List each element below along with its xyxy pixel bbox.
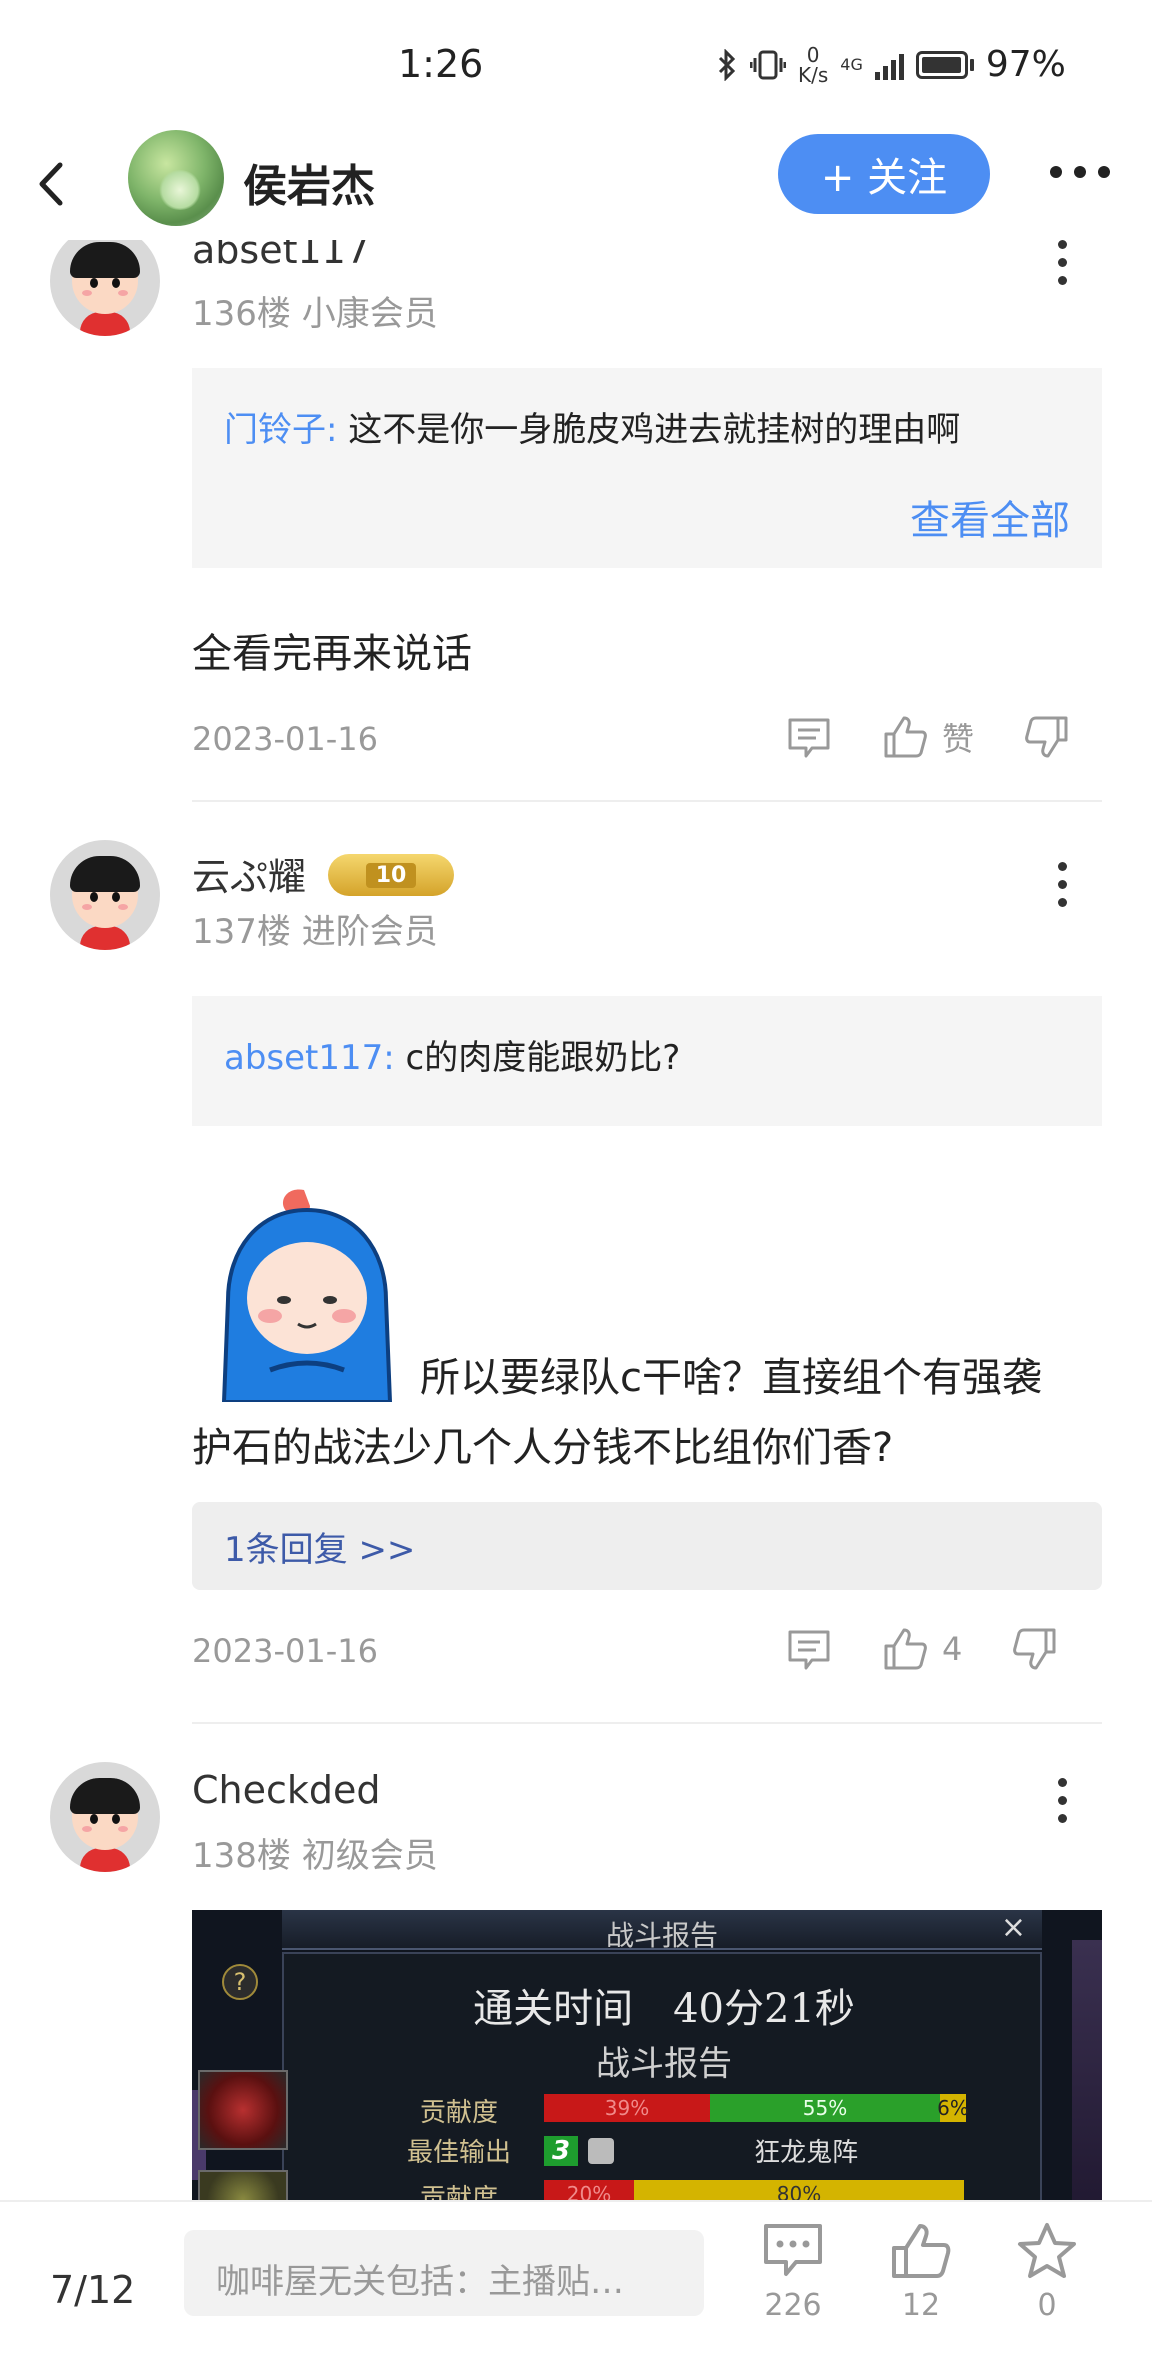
battle-report-panel: 通关时间 40分21秒 战斗报告 贡献度 39% 55% 6% 最佳输出 3 狂… xyxy=(282,1952,1042,2200)
star-icon xyxy=(1018,2223,1076,2278)
class-emblem-icon xyxy=(198,2070,288,2150)
thumbs-up-icon xyxy=(884,1628,927,1670)
avatar[interactable] xyxy=(50,1762,160,1872)
avatar[interactable] xyxy=(50,240,160,336)
character-icon xyxy=(588,2137,615,2164)
report-subtitle: 战斗报告 xyxy=(596,2044,732,2084)
quote-text: c的肉度能跟奶比? xyxy=(405,1038,681,1078)
class-emblem-icon xyxy=(198,2170,288,2200)
comment-username[interactable]: 云ぷ耀 xyxy=(192,846,306,901)
like-count: 赞 xyxy=(942,720,975,758)
floor-info: 136楼 小康会员 xyxy=(192,294,438,334)
reply-icon[interactable] xyxy=(786,714,832,760)
comment-username[interactable]: abset117 xyxy=(192,240,370,272)
comment-body: 全看完再来说话 xyxy=(192,631,472,677)
attached-image[interactable]: 通关时间 40分21秒 战斗报告 贡献度 39% 55% 6% 最佳输出 3 狂… xyxy=(192,1910,1102,2200)
author-name[interactable]: 侯岩杰 xyxy=(243,150,375,214)
battery-icon xyxy=(915,50,968,79)
comment-menu-icon[interactable] xyxy=(1058,1778,1067,1823)
comment-menu-icon[interactable] xyxy=(1058,862,1067,907)
reply-input[interactable]: 咖啡屋无关包括：主播贴… xyxy=(184,2230,704,2316)
divider xyxy=(192,800,1102,802)
network-speed: 0 K/s xyxy=(798,42,829,87)
comment-username[interactable]: Checkded xyxy=(192,1768,381,1812)
vibrate-icon xyxy=(750,50,786,79)
comments-button[interactable]: 226 xyxy=(748,2222,838,2323)
comment-date: 2023-01-16 xyxy=(192,1632,378,1670)
comment-body-line1: 所以要绿队c干啥？直接组个有强袭 xyxy=(420,1355,1042,1401)
bottom-bar: 7/12 咖啡屋无关包括：主播贴… 226 12 0 xyxy=(0,2200,1152,2376)
reply-input-placeholder: 咖啡屋无关包括：主播贴… xyxy=(216,2262,624,2302)
comment-actions: 赞 xyxy=(786,714,1070,760)
report-titlebar: 战斗报告 × xyxy=(282,1910,1042,1952)
quoted-reply[interactable]: 门铃子: 这不是你一身脆皮鸡进去就挂树的理由啊 查看全部 xyxy=(192,368,1102,568)
post-like-count: 12 xyxy=(901,2288,941,2323)
member-level-badge: 10 xyxy=(328,854,454,896)
floor-info: 138楼 初级会员 xyxy=(192,1836,438,1876)
like-post-button[interactable]: 12 xyxy=(876,2222,966,2323)
network-type: 4G xyxy=(840,54,863,74)
clear-time: 通关时间 40分21秒 xyxy=(473,1986,855,2032)
favorite-button[interactable]: 0 xyxy=(1002,2222,1092,2323)
favorite-count: 0 xyxy=(1037,2288,1057,2323)
quote-text: 这不是你一身脆皮鸡进去就挂树的理由啊 xyxy=(348,410,961,450)
comment-body-line2: 护石的战法少几个人分钱不比组你们香? xyxy=(192,1425,894,1471)
close-icon: × xyxy=(1000,1910,1026,1945)
signal-icon xyxy=(874,50,904,80)
back-icon[interactable] xyxy=(36,154,76,214)
comment-count: 226 xyxy=(764,2288,822,2323)
follow-button[interactable]: + 关注 xyxy=(778,134,990,214)
bluetooth-icon xyxy=(718,48,736,81)
like-button[interactable]: 4 xyxy=(882,1626,962,1672)
comment-menu-icon[interactable] xyxy=(1058,240,1067,285)
thumbs-up-icon xyxy=(884,716,927,758)
more-horizontal-icon[interactable] xyxy=(1050,166,1110,178)
quoted-reply[interactable]: abset117: c的肉度能跟奶比? xyxy=(192,996,1102,1126)
thumbs-up-icon xyxy=(892,2224,951,2278)
quote-username[interactable]: 门铃子: xyxy=(224,410,337,450)
like-button[interactable]: 赞 xyxy=(882,714,974,760)
contribution-row: 贡献度 39% 55% 6% xyxy=(419,2094,969,2128)
comment-date: 2023-01-16 xyxy=(192,720,378,758)
view-all-link[interactable]: 查看全部 xyxy=(910,488,1070,546)
page-header: 侯岩杰 + 关注 xyxy=(0,130,1152,240)
help-icon: ? xyxy=(222,1964,258,2000)
comment-icon xyxy=(764,2224,822,2276)
status-bar: 1:26 0 K/s 4G 97% xyxy=(0,0,1152,130)
like-count: 4 xyxy=(942,1630,963,1668)
contribution-row-2: 贡献度 20% 80% xyxy=(384,2176,964,2200)
replies-link[interactable]: 1条回复 >> xyxy=(192,1502,1102,1590)
reply-icon[interactable] xyxy=(786,1626,832,1672)
status-time: 1:26 xyxy=(398,42,484,86)
quote-username[interactable]: abset117: xyxy=(224,1038,395,1078)
battery-percent: 97% xyxy=(985,44,1066,85)
comment-list: abset117 136楼 小康会员 门铃子: 这不是你一身脆皮鸡进去就挂树的理… xyxy=(0,240,1152,2200)
floor-info: 137楼 进阶会员 xyxy=(192,912,438,952)
page-indicator[interactable]: 7/12 xyxy=(50,2268,135,2312)
divider xyxy=(192,1722,1102,1724)
best-damage-row: 最佳输出 3 狂龙鬼阵 xyxy=(406,2135,859,2168)
thumbs-down-icon[interactable] xyxy=(1024,714,1070,760)
comment-actions: 4 xyxy=(786,1626,1058,1672)
author-avatar[interactable] xyxy=(128,130,224,226)
thumbs-down-icon[interactable] xyxy=(1012,1626,1058,1672)
emoji-sticker xyxy=(221,1189,393,1402)
status-icons: 0 K/s 4G 97% xyxy=(716,44,1066,85)
avatar[interactable] xyxy=(50,840,160,950)
